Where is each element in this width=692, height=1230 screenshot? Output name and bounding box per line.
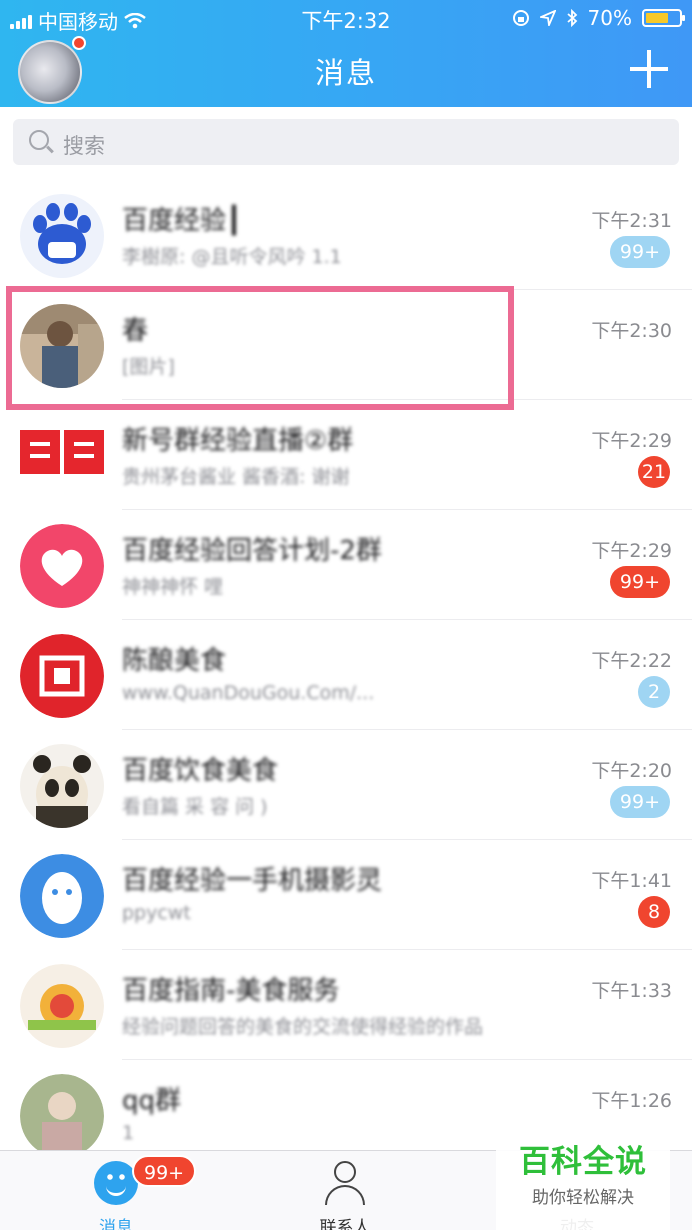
chat-name: 百度指南-美食服务 bbox=[122, 976, 340, 1006]
chat-name: 百度经验┃ bbox=[122, 206, 242, 236]
unread-badge: 99+ bbox=[609, 236, 670, 268]
chat-preview: 经验问题回答的美食的交流使得经验的作品 bbox=[122, 1016, 484, 1038]
chat-row[interactable]: 百度指南-美食服务 经验问题回答的美食的交流使得经验的作品 下午1:33 bbox=[0, 950, 692, 1060]
search-icon bbox=[29, 130, 49, 150]
chat-row[interactable]: 百度饮食美食 看自篇 采 容 问 ) 下午2:20 99+ bbox=[0, 730, 692, 840]
chat-time: 下午2:20 bbox=[591, 760, 672, 782]
unread-badge: 8 bbox=[638, 896, 670, 928]
chat-row[interactable]: 新号群经验直播②群 贵州茅台酱业 酱香酒: 谢谢 下午2:29 21 bbox=[0, 400, 692, 510]
chat-preview: www.QuanDouGou.Com/... bbox=[122, 682, 375, 704]
chat-time: 下午2:29 bbox=[591, 430, 672, 452]
chat-preview: ppycwt bbox=[122, 902, 191, 924]
avatar bbox=[20, 524, 104, 608]
chat-time: 下午2:30 bbox=[591, 320, 672, 342]
tab-unread-badge: 99+ bbox=[132, 1155, 197, 1187]
chat-name: 百度经验回答计划-2群 bbox=[122, 536, 382, 566]
chat-name: 新号群经验直播②群 bbox=[122, 426, 354, 456]
avatar bbox=[20, 964, 104, 1048]
search-placeholder: 搜索 bbox=[63, 134, 105, 158]
chat-name: 百度经验一手机摄影灵 bbox=[122, 866, 383, 896]
chat-preview: 神神神怀 哩 bbox=[122, 576, 224, 598]
chat-row[interactable]: 百度经验一手机摄影灵 ppycwt 下午1:41 8 bbox=[0, 840, 692, 950]
chat-preview: 李樹原: @且听令风吟 1.1 bbox=[122, 246, 342, 268]
battery-percent: 70% bbox=[587, 6, 632, 30]
avatar bbox=[20, 194, 104, 278]
top-header: 中国移动 下午2:32 70% 消息 bbox=[0, 0, 692, 107]
chat-name: 百度饮食美食 bbox=[122, 756, 279, 786]
tab-label: 联系人 bbox=[319, 1218, 371, 1230]
chat-name: qq群 bbox=[122, 1086, 182, 1116]
orientation-lock-icon bbox=[512, 10, 529, 26]
battery-icon bbox=[642, 9, 685, 27]
page-title: 消息 bbox=[314, 56, 377, 90]
bluetooth-icon bbox=[566, 9, 577, 27]
chat-time: 下午1:33 bbox=[591, 980, 672, 1002]
avatar bbox=[20, 414, 104, 498]
plus-icon[interactable] bbox=[630, 50, 668, 88]
chat-time: 下午2:31 bbox=[591, 210, 672, 232]
notification-dot bbox=[72, 36, 86, 50]
watermark-title: 百科全说 bbox=[519, 1144, 647, 1180]
watermark-subtitle: 助你轻松解决 bbox=[532, 1188, 634, 1208]
nav-bar: 消息 bbox=[0, 36, 692, 107]
chat-preview: 看自篇 采 容 问 ) bbox=[122, 796, 268, 818]
status-bar: 中国移动 下午2:32 70% bbox=[0, 0, 692, 36]
chat-preview: 贵州茅台酱业 酱香酒: 谢谢 bbox=[122, 466, 350, 488]
app-root: 中国移动 下午2:32 70% 消息 搜索 百度经验┃ 李樹原: @且听令风吟 … bbox=[0, 0, 692, 1230]
unread-badge: 99+ bbox=[609, 786, 670, 818]
chat-time: 下午1:41 bbox=[591, 870, 672, 892]
avatar bbox=[20, 634, 104, 718]
chat-time: 下午2:29 bbox=[591, 540, 672, 562]
watermark-logo: 百科全说 助你轻松解决 bbox=[496, 1118, 670, 1230]
tab-label: 消息 bbox=[99, 1218, 133, 1230]
chat-row[interactable]: 百度经验┃ 李樹原: @且听令风吟 1.1 下午2:31 99+ bbox=[0, 180, 692, 290]
chat-preview: 1 bbox=[122, 1122, 135, 1144]
avatar bbox=[20, 854, 104, 938]
chat-name: 陈酿美食 bbox=[122, 646, 227, 676]
unread-badge: 21 bbox=[638, 456, 670, 488]
chat-time: 下午2:22 bbox=[591, 650, 672, 672]
avatar bbox=[20, 744, 104, 828]
contacts-icon bbox=[323, 1161, 367, 1207]
search-bar[interactable]: 搜索 bbox=[13, 119, 679, 165]
chat-row[interactable]: 百度经验回答计划-2群 神神神怀 哩 下午2:29 99+ bbox=[0, 510, 692, 620]
chat-row[interactable]: 陈酿美食 www.QuanDouGou.Com/... 下午2:22 2 bbox=[0, 620, 692, 730]
highlight-box bbox=[6, 286, 514, 410]
unread-badge: 99+ bbox=[609, 566, 670, 598]
chat-time: 下午1:26 bbox=[591, 1090, 672, 1112]
location-icon bbox=[539, 10, 556, 26]
unread-badge: 2 bbox=[638, 676, 670, 708]
avatar bbox=[20, 1074, 104, 1158]
